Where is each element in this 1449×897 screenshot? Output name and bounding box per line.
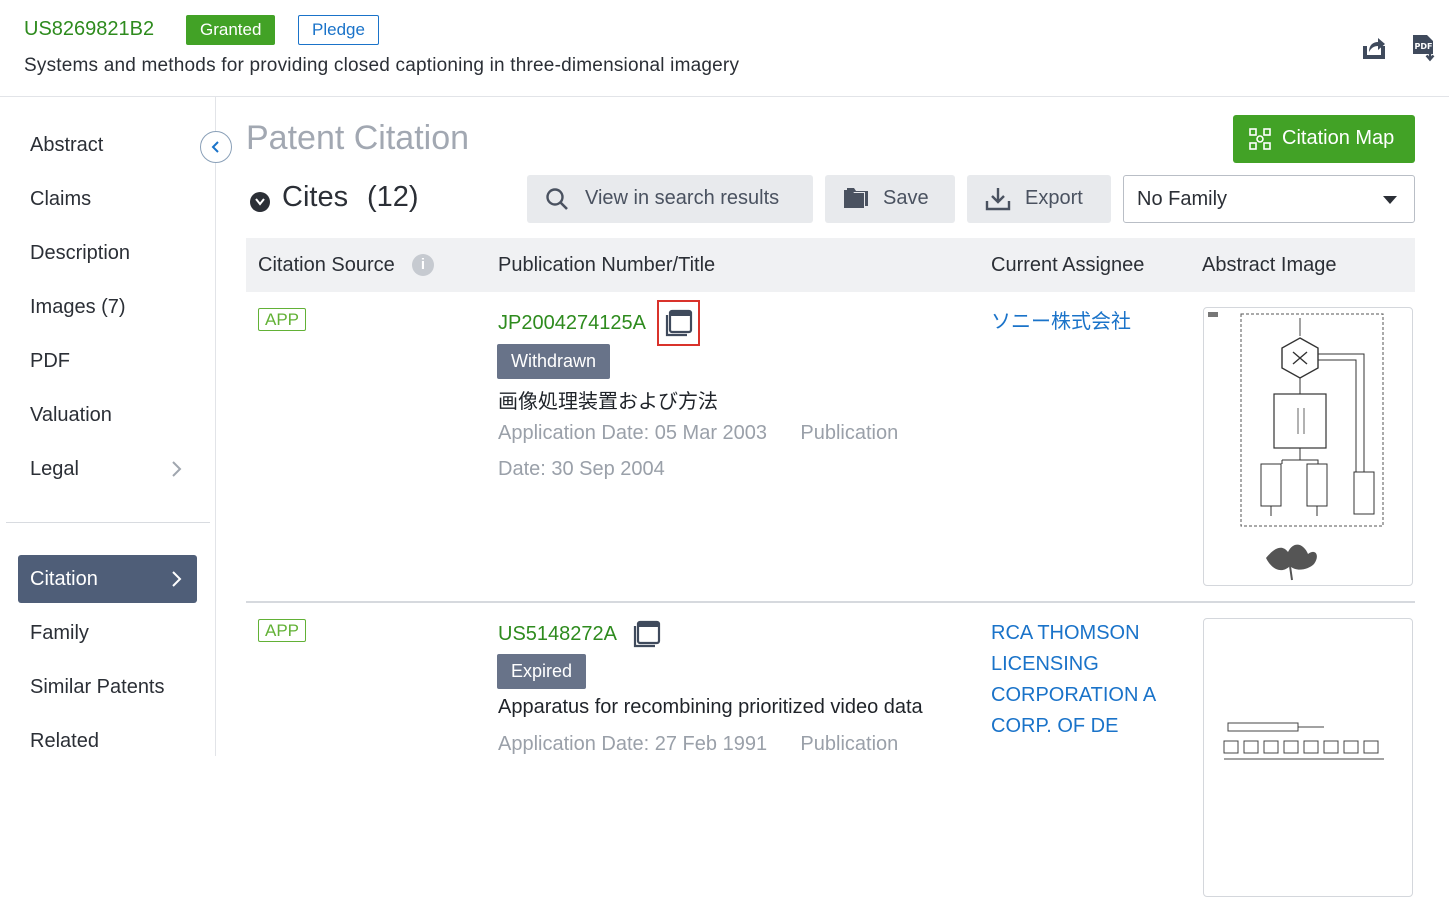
patent-header: US8269821B2 Granted Pledge Systems and m… — [0, 0, 1449, 97]
publication-number-link[interactable]: US5148272A — [498, 623, 617, 646]
open-in-window-icon[interactable] — [633, 620, 661, 648]
sidebar-nav: Abstract Claims Description Images (7) P… — [0, 97, 216, 756]
sidebar-item-valuation[interactable]: Valuation — [18, 391, 197, 439]
export-button[interactable]: Export — [967, 175, 1111, 223]
granted-badge: Granted — [186, 15, 275, 45]
sidebar-item-legal[interactable]: Legal — [18, 445, 197, 493]
save-button[interactable]: Save — [825, 175, 955, 223]
page-title: Patent Citation — [246, 119, 469, 158]
pdf-download-icon[interactable]: PDF — [1410, 34, 1438, 62]
sidebar-item-family[interactable]: Family — [18, 609, 197, 657]
publication-title: Apparatus for recombining prioritized vi… — [498, 696, 923, 719]
publication-title: 画像処理装置および方法 — [498, 385, 718, 414]
chevron-left-icon — [210, 140, 222, 154]
publication-number-link[interactable]: JP2004274125A — [498, 312, 646, 335]
share-icon[interactable] — [1360, 34, 1388, 62]
chevron-right-icon — [171, 460, 183, 478]
sidebar-item-citation[interactable]: Citation — [18, 555, 197, 603]
status-badge: Withdrawn — [497, 344, 610, 379]
assignee-link[interactable]: RCA THOMSON LICENSING CORPORATION A CORP… — [991, 618, 1156, 742]
publication-dates: Date: 30 Sep 2004 — [498, 451, 665, 487]
column-header[interactable]: Publication Number/Title — [498, 254, 715, 277]
open-in-window-icon[interactable] — [665, 309, 693, 337]
cites-count: (12) — [367, 181, 419, 214]
sidebar-item-similar-patents[interactable]: Similar Patents — [18, 663, 197, 711]
publication-dates: Application Date: 05 Mar 2003 Publicatio… — [498, 415, 898, 451]
patent-drawing-thumbnail — [1204, 619, 1413, 897]
info-icon[interactable]: i — [412, 254, 434, 276]
table-header: Citation Source i Publication Number/Tit… — [246, 238, 1415, 292]
collapse-cites-icon[interactable] — [250, 192, 270, 212]
download-icon — [985, 187, 1011, 211]
patent-title: Systems and methods for providing closed… — [24, 55, 739, 77]
citation-map-icon — [1249, 128, 1271, 150]
caret-down-icon — [1382, 195, 1398, 205]
cites-heading: Cites — [282, 181, 348, 214]
patent-number: US8269821B2 — [24, 18, 154, 41]
column-header[interactable]: Citation Source — [258, 254, 395, 277]
status-badge: Expired — [497, 654, 586, 689]
abstract-image[interactable] — [1203, 307, 1413, 586]
sidebar-item-images[interactable]: Images (7) — [18, 283, 197, 331]
sidebar-item-description[interactable]: Description — [18, 229, 197, 277]
row-divider — [246, 601, 1415, 603]
svg-text:PDF: PDF — [1415, 42, 1433, 51]
sidebar-item-abstract[interactable]: Abstract — [18, 121, 197, 169]
sidebar-divider — [6, 522, 210, 523]
abstract-image[interactable] — [1203, 618, 1413, 897]
citation-source-tag: APP — [258, 619, 306, 642]
citation-source-tag: APP — [258, 308, 306, 331]
collapse-sidebar-button[interactable] — [200, 131, 232, 163]
column-header[interactable]: Current Assignee — [991, 254, 1144, 277]
publication-dates: Application Date: 27 Feb 1991 Publicatio… — [498, 726, 898, 762]
pledge-badge[interactable]: Pledge — [298, 15, 379, 45]
folder-icon — [843, 187, 869, 209]
view-in-search-results-button[interactable]: View in search results — [527, 175, 813, 223]
citation-map-button[interactable]: Citation Map — [1233, 115, 1415, 163]
patent-drawing-thumbnail — [1204, 308, 1413, 586]
search-icon — [545, 187, 569, 211]
assignee-link[interactable]: ソニー株式会社 — [991, 307, 1131, 338]
column-header[interactable]: Abstract Image — [1202, 254, 1337, 277]
sidebar-item-pdf[interactable]: PDF — [18, 337, 197, 385]
chevron-right-icon — [171, 570, 183, 588]
family-select[interactable]: No Family — [1123, 175, 1415, 223]
sidebar-item-claims[interactable]: Claims — [18, 175, 197, 223]
sidebar-item-related[interactable]: Related — [18, 717, 197, 765]
citation-panel: Patent Citation Citation Map Cites (12) … — [216, 97, 1449, 756]
